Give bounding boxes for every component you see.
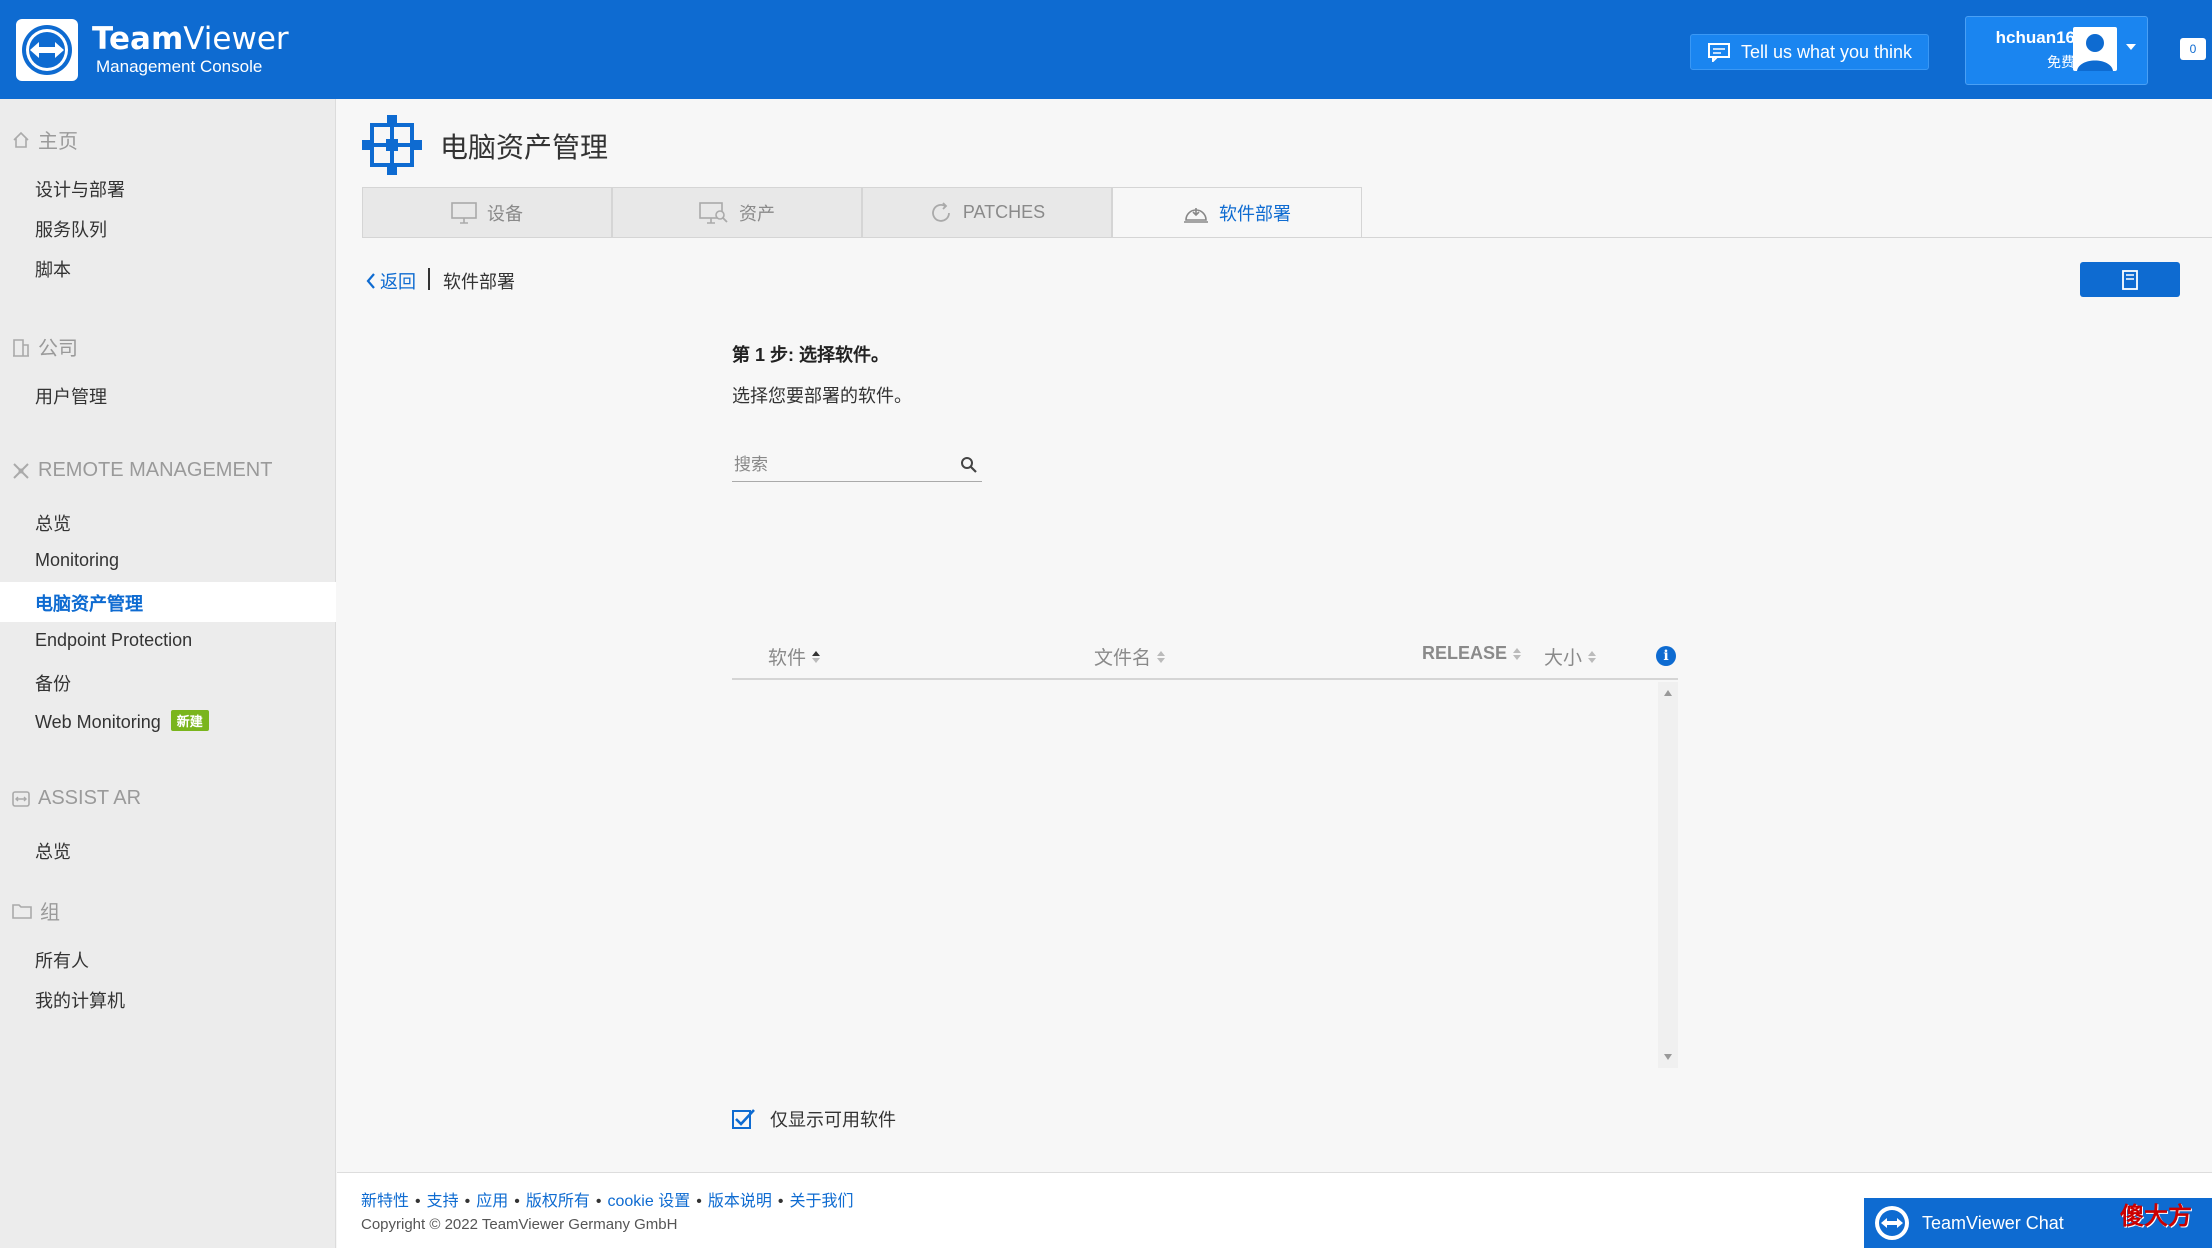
sidebar-item-scripts[interactable]: 脚本 (35, 256, 71, 282)
asset-management-icon (360, 113, 424, 177)
home-icon (13, 131, 29, 148)
scroll-up-icon[interactable] (1664, 690, 1672, 696)
sidebar-item-service-queue[interactable]: 服务队列 (35, 216, 107, 242)
chat-label: TeamViewer Chat (1922, 1212, 2064, 1233)
step-description: 选择您要部署的软件。 (732, 386, 912, 406)
back-link[interactable]: 返回 (366, 268, 416, 294)
sidebar-item-design-deploy[interactable]: 设计与部署 (35, 176, 125, 202)
watermark: 傻大方 (2120, 1202, 2192, 1230)
footer-link-apps[interactable]: 应用 (476, 1193, 508, 1210)
software-table-body (732, 682, 1678, 1068)
copyright-text: Copyright © 2022 TeamViewer Germany GmbH (361, 1216, 678, 1233)
brand-title: TeamViewer Management Console (92, 21, 289, 76)
footer-link-copyright[interactable]: 版权所有 (526, 1193, 590, 1210)
column-release[interactable]: RELEASE (1422, 643, 1522, 664)
search-icon[interactable] (960, 456, 978, 474)
breadcrumb: 软件部署 (443, 272, 515, 292)
footer-link-cookie-settings[interactable]: cookie 设置 (608, 1193, 691, 1210)
section-groups[interactable]: 组 (12, 896, 60, 925)
assist-ar-icon (12, 790, 30, 807)
software-table-header: 软件 文件名 RELEASE 大小 i (732, 630, 1678, 680)
only-available-toggle[interactable]: 仅显示可用软件 (732, 1106, 896, 1132)
page-title: 电脑资产管理 (440, 132, 609, 163)
sidebar-item-my-computers[interactable]: 我的计算机 (35, 987, 125, 1013)
tab-devices[interactable]: 设备 (362, 187, 612, 238)
software-deploy-icon (1184, 207, 1208, 223)
scroll-down-icon[interactable] (1664, 1054, 1672, 1060)
sidebar-item-everyone[interactable]: 所有人 (35, 947, 89, 973)
tab-software-deployment[interactable]: 软件部署 (1112, 187, 1362, 238)
avatar (2073, 27, 2117, 71)
book-icon (2122, 269, 2138, 290)
sidebar-item-web-monitoring[interactable]: Web Monitoring 新建 (35, 710, 209, 733)
remote-management-icon (13, 462, 29, 479)
sidebar-item-monitoring[interactable]: Monitoring (35, 550, 119, 571)
tab-divider (362, 237, 2212, 238)
user-plan: 免费 (2047, 54, 2075, 70)
new-badge: 新建 (170, 710, 209, 731)
monitor-icon (451, 201, 477, 224)
chevron-left-icon (366, 273, 375, 289)
sort-icon (1513, 647, 1522, 660)
section-home[interactable]: 主页 (12, 125, 78, 154)
teamviewer-logo-icon (1875, 1206, 1909, 1240)
chevron-down-icon (2126, 44, 2136, 50)
notifications-icon[interactable]: 0 (2180, 38, 2206, 60)
sidebar-item-user-management[interactable]: 用户管理 (35, 383, 107, 409)
asset-search-icon (699, 201, 728, 224)
footer-link-release-notes[interactable]: 版本说明 (708, 1193, 772, 1210)
feedback-button[interactable]: Tell us what you think (1690, 34, 1929, 70)
footer-link-about-us[interactable]: 关于我们 (789, 1193, 853, 1210)
top-header: TeamViewer Management Console Tell us wh… (0, 0, 2212, 99)
user-name: hchuan16 (1995, 28, 2075, 47)
sidebar-item-assist-overview[interactable]: 总览 (35, 838, 71, 864)
footer-links: 新特性 • 支持 • 应用 • 版权所有 • cookie 设置 • 版本说明 • 关于我们 (361, 1193, 854, 1210)
folder-icon (12, 903, 32, 919)
user-menu[interactable]: hchuan16 免费 (1965, 16, 2148, 85)
sidebar: 主页 设计与部署 服务队列 脚本 公司 用户管理 REMOTE MANAGEME… (0, 99, 336, 1248)
footer-link-new-features[interactable]: 新特性 (361, 1193, 409, 1210)
column-size[interactable]: 大小 (1544, 643, 1597, 670)
sort-icon (1588, 650, 1597, 663)
search-box (732, 448, 982, 482)
tab-assets[interactable]: 资产 (612, 187, 862, 238)
tab-patches[interactable]: PATCHES (862, 187, 1112, 238)
search-input[interactable] (734, 452, 944, 478)
feedback-icon (1707, 43, 1730, 62)
sidebar-item-asset-management[interactable]: 电脑资产管理 (35, 590, 143, 616)
sort-icon (812, 650, 821, 663)
only-available-label: 仅显示可用软件 (770, 1110, 896, 1130)
column-filename[interactable]: 文件名 (1094, 643, 1166, 670)
breadcrumb-separator (428, 268, 430, 290)
feedback-label: Tell us what you think (1740, 41, 1913, 62)
building-icon (13, 338, 29, 357)
documentation-button[interactable] (2080, 262, 2180, 297)
table-scrollbar[interactable] (1658, 682, 1678, 1068)
sort-icon (1157, 650, 1166, 663)
column-software[interactable]: 软件 (768, 643, 821, 670)
info-icon[interactable]: i (1656, 646, 1676, 666)
sidebar-item-overview[interactable]: 总览 (35, 510, 71, 536)
footer-link-support[interactable]: 支持 (427, 1193, 459, 1210)
sidebar-item-endpoint-protection[interactable]: Endpoint Protection (35, 630, 192, 651)
teamviewer-logo-icon[interactable] (16, 19, 78, 81)
section-remote-management[interactable]: REMOTE MANAGEMENT (12, 459, 272, 482)
section-assist-ar[interactable]: ASSIST AR (12, 787, 141, 810)
section-company[interactable]: 公司 (12, 332, 78, 361)
sidebar-item-backup[interactable]: 备份 (35, 670, 71, 696)
step-title: 第 1 步: 选择软件。 (732, 345, 890, 365)
refresh-icon (931, 201, 950, 222)
checkbox-checked-icon[interactable] (732, 1108, 756, 1130)
